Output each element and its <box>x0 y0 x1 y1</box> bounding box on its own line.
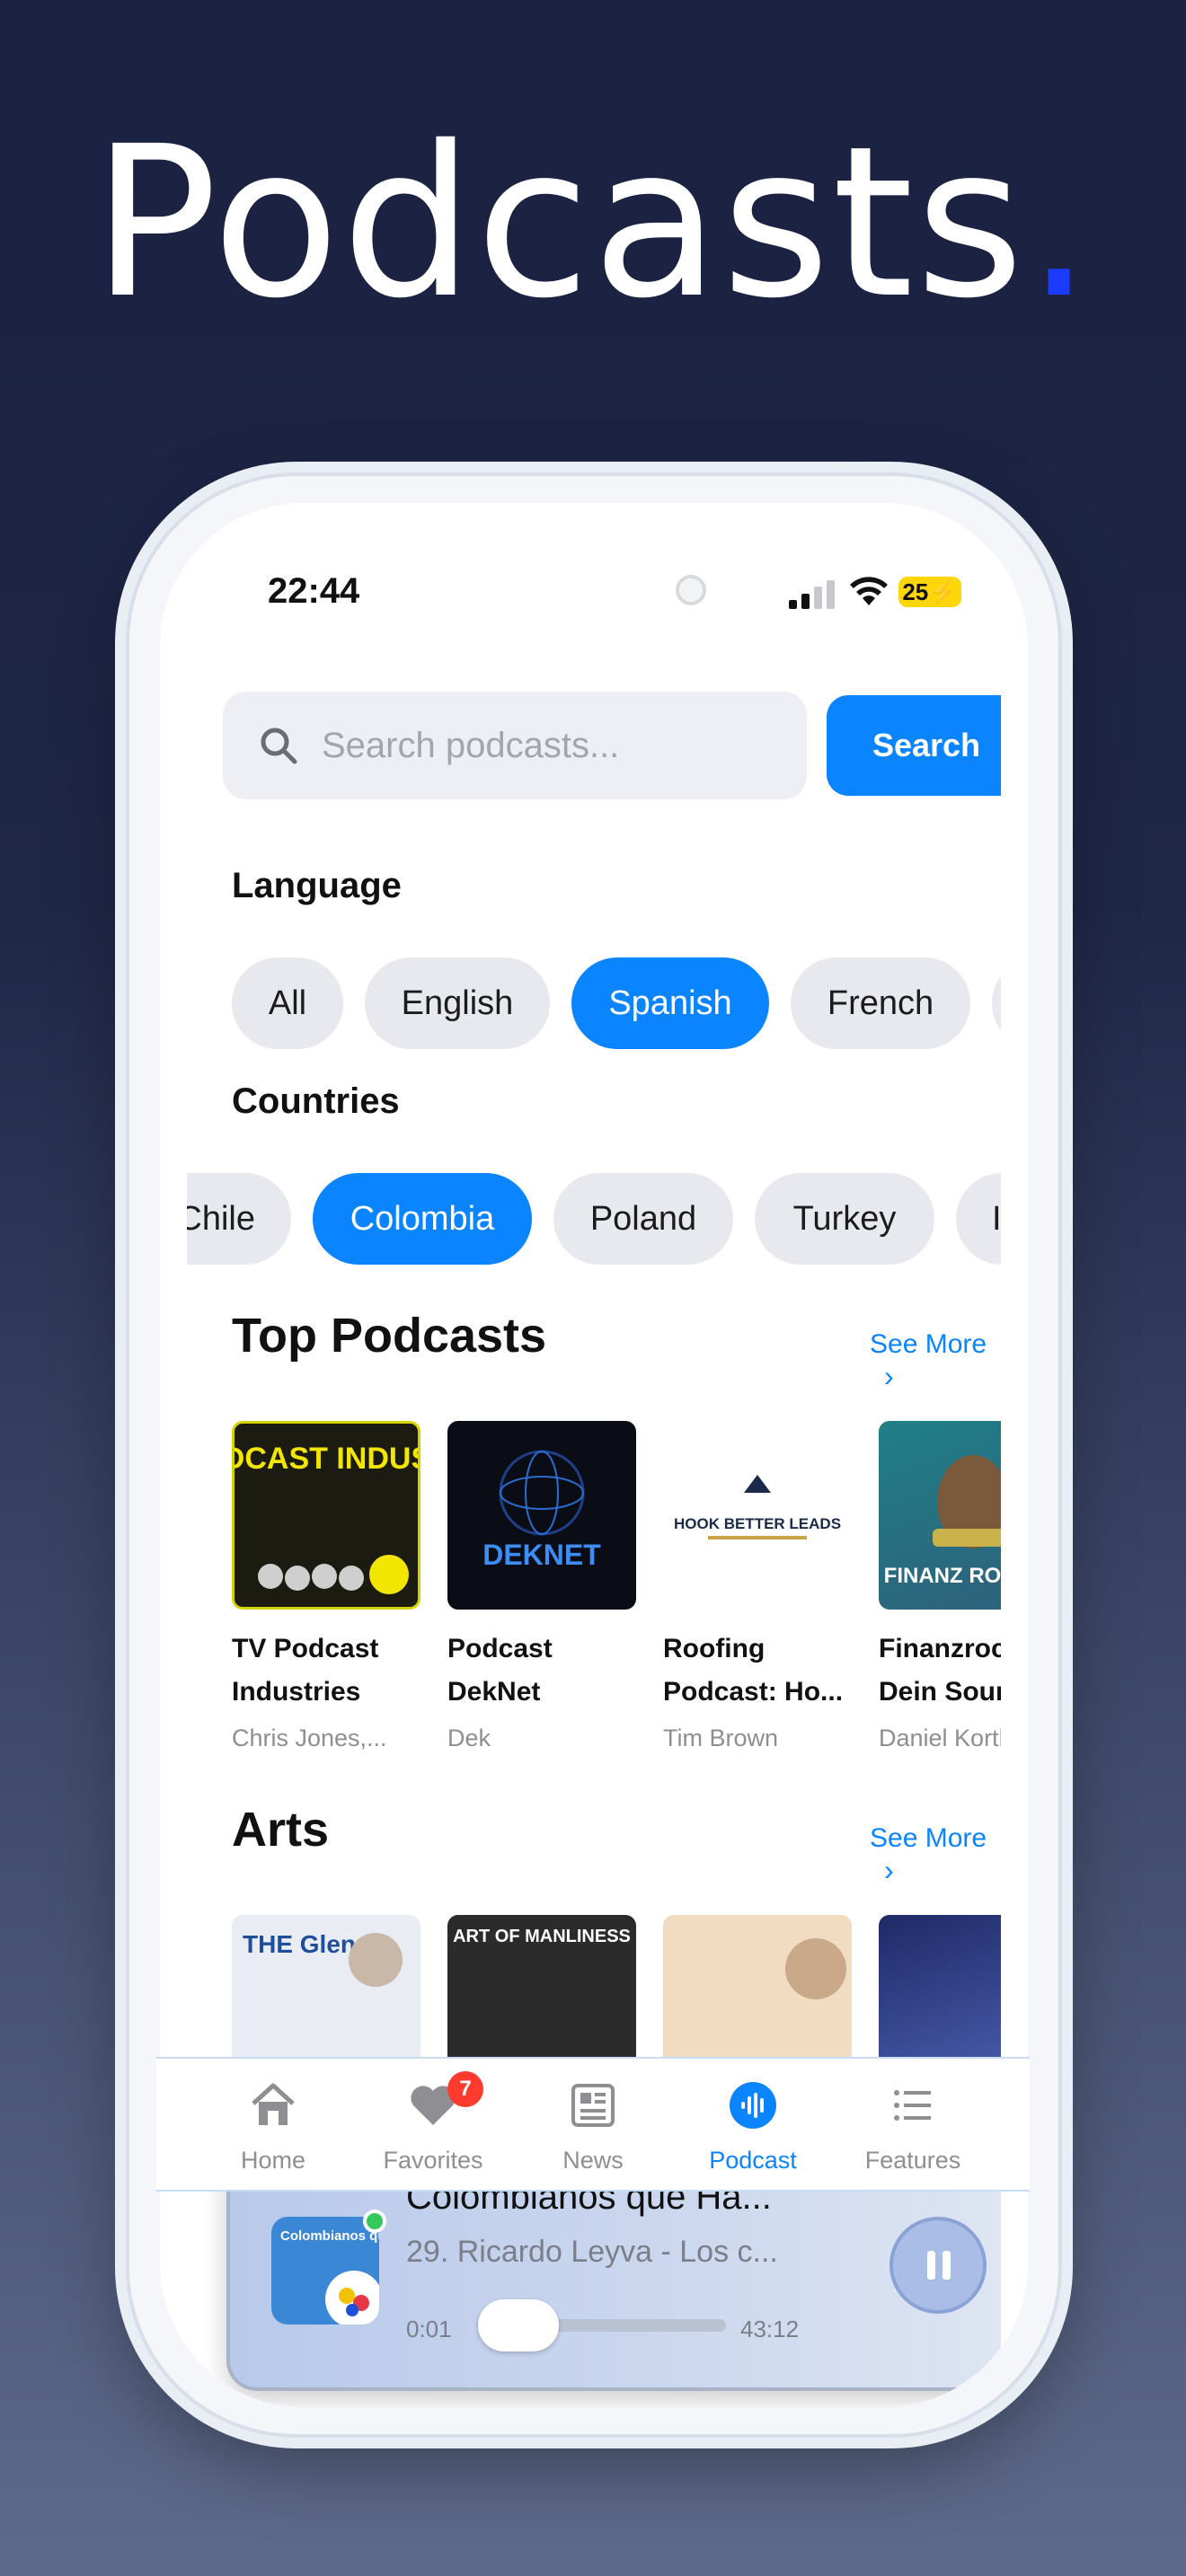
see-more-label: See More <box>870 1823 987 1853</box>
country-chips: Chile Colombia Poland Turkey Indon <box>187 1173 1001 1265</box>
top-podcasts-see-more[interactable]: See More› <box>870 1329 1001 1393</box>
hero-title: Podcasts. <box>0 106 1186 340</box>
action-button <box>117 875 126 965</box>
language-chip-spanish[interactable]: Spanish <box>571 957 769 1049</box>
arts-cover-art <box>785 1938 846 1999</box>
cover-text: FINANZ ROCKER <box>884 1564 1001 1588</box>
podcast-title: Roofing Podcast: Ho... <box>663 1634 844 1707</box>
country-chip-chile[interactable]: Chile <box>187 1173 291 1265</box>
arts-title: Arts <box>232 1803 330 1857</box>
arts-cover[interactable] <box>663 1915 852 2068</box>
podcast-cover-art: TV PODCAST INDUSTRIES <box>235 1442 418 1594</box>
list-icon <box>894 2090 931 2121</box>
live-status-dot <box>363 2210 386 2233</box>
arts-cover-art: THE Glenn <box>243 1930 403 1987</box>
arts-cover-art: PE <box>879 1915 1001 2068</box>
mini-player-artwork-graphic: Colombianos que hacen patria <box>280 2228 379 2325</box>
chevron-right-icon: › <box>884 1854 894 1886</box>
language-chip-french[interactable]: French <box>791 957 970 1049</box>
countries-label: Countries <box>232 1081 400 1121</box>
top-podcasts-title: Top Podcasts <box>232 1309 547 1363</box>
podcast-card[interactable]: DEKNET Podcast DekNet Dek <box>447 1421 645 1752</box>
tab-label: Features <box>864 2147 961 2174</box>
hero-title-text: Podcasts <box>92 101 1026 344</box>
duration-time: 43:12 <box>740 2316 800 2342</box>
tab-bar-background: Home 7 Favorites News Podcast Features <box>156 2057 1030 2192</box>
volume-up-button <box>117 1033 126 1177</box>
cover-text: HOOK BETTER LEADS <box>674 1515 841 1532</box>
podcast-card[interactable]: HOOK BETTER LEADS Roofing Podcast: Ho...… <box>663 1421 861 1752</box>
tab-features[interactable]: Features <box>832 2059 994 2193</box>
mini-player-art-text: Colombianos que hacen patria <box>280 2228 379 2244</box>
cellular-signal-icon <box>789 580 835 609</box>
search-icon <box>261 728 297 764</box>
camera-icon <box>676 575 706 605</box>
country-chip-indonesia[interactable]: Indon <box>956 1173 1001 1265</box>
cover-text: ART OF MANLINESS <box>453 1927 631 1946</box>
country-chip-colombia[interactable]: Colombia <box>313 1173 532 1265</box>
newspaper-icon <box>571 2084 615 2127</box>
podcast-cover: FINANZ ROCKER <box>879 1421 1001 1610</box>
cover-text: TV PODCAST INDUSTRIES <box>235 1442 418 1476</box>
waveform-icon <box>730 2082 776 2129</box>
progress-slider-knob[interactable] <box>478 2299 559 2351</box>
volume-down-button <box>117 1218 126 1362</box>
pause-button[interactable] <box>890 2217 987 2314</box>
podcast-cover-art: HOOK BETTER LEADS <box>674 1475 841 1539</box>
country-chip-poland[interactable]: Poland <box>553 1173 733 1265</box>
cover-text: DEKNET <box>482 1539 601 1571</box>
tab-label: Podcast <box>709 2147 797 2174</box>
podcast-author: Chris Jones,... <box>232 1725 387 1751</box>
battery-indicator: 25⚡ <box>898 577 961 607</box>
tab-label: Home <box>240 2147 306 2174</box>
arts-see-more[interactable]: See More› <box>870 1823 1001 1887</box>
mini-player-subtitle: 29. Ricardo Leyva - Los c... <box>406 2235 778 2269</box>
podcast-card[interactable]: FINANZ ROCKER Finanzrocker - Dein Soun..… <box>879 1421 1001 1752</box>
language-chips: All English Spanish French Ge <box>187 957 1001 1049</box>
wifi-icon <box>850 577 888 605</box>
country-chip-turkey[interactable]: Turkey <box>755 1173 934 1265</box>
tab-podcast[interactable]: Podcast <box>672 2059 834 2193</box>
search-input[interactable]: Search podcasts... <box>223 692 807 799</box>
mini-player-artwork: Colombianos que hacen patria <box>271 2217 379 2325</box>
tab-label: News <box>562 2147 624 2174</box>
pause-icon <box>927 2251 935 2280</box>
language-chip-english[interactable]: English <box>365 957 550 1049</box>
podcast-cover-art: FINANZ ROCKER <box>884 1455 1001 1588</box>
tab-favorites[interactable]: 7 Favorites <box>352 2059 514 2193</box>
arts-cover[interactable]: PE <box>879 1915 1001 2068</box>
podcast-author: Tim Brown <box>663 1725 779 1751</box>
tab-news[interactable]: News <box>512 2059 674 2193</box>
podcast-cover: TV PODCAST INDUSTRIES <box>232 1421 420 1610</box>
podcast-title: TV Podcast Industries <box>232 1634 379 1707</box>
arts-cover-art: ART OF MANLINESS <box>453 1927 631 1946</box>
chevron-right-icon: › <box>884 1360 894 1392</box>
home-icon <box>252 2083 295 2125</box>
podcast-card[interactable]: TV PODCAST INDUSTRIES TV Podcast Industr… <box>232 1421 429 1752</box>
language-chip-all[interactable]: All <box>232 957 343 1049</box>
language-chip-german[interactable]: Ge <box>992 957 1001 1049</box>
podcast-title: Finanzrocker - Dein Soun... <box>879 1634 1001 1707</box>
search-button[interactable]: Search <box>827 695 1001 796</box>
arts-cover[interactable]: ART OF MANLINESS <box>447 1915 636 2068</box>
podcast-cover: HOOK BETTER LEADS <box>663 1421 852 1610</box>
language-label: Language <box>232 866 402 905</box>
pause-icon <box>943 2251 951 2280</box>
podcast-cover-art: DEKNET <box>482 1450 601 1571</box>
podcast-author: Daniel Korth -... <box>879 1725 1001 1751</box>
status-time: 22:44 <box>268 571 360 611</box>
favorites-badge: 7 <box>447 2071 483 2107</box>
tab-label: Favorites <box>383 2147 483 2174</box>
hero-title-dot: . <box>1025 101 1094 344</box>
status-bar: 22:44 25⚡ <box>160 503 1028 638</box>
podcast-title: Podcast DekNet <box>447 1634 553 1707</box>
see-more-label: See More <box>870 1329 987 1359</box>
power-button <box>1062 1083 1071 1313</box>
elapsed-time: 0:01 <box>406 2316 452 2342</box>
tab-home[interactable]: Home <box>192 2059 354 2193</box>
podcast-cover: DEKNET <box>447 1421 636 1610</box>
arts-cover[interactable]: THE Glenn <box>232 1915 420 2068</box>
podcast-author: Dek <box>447 1725 491 1751</box>
search-placeholder: Search podcasts... <box>322 726 620 765</box>
